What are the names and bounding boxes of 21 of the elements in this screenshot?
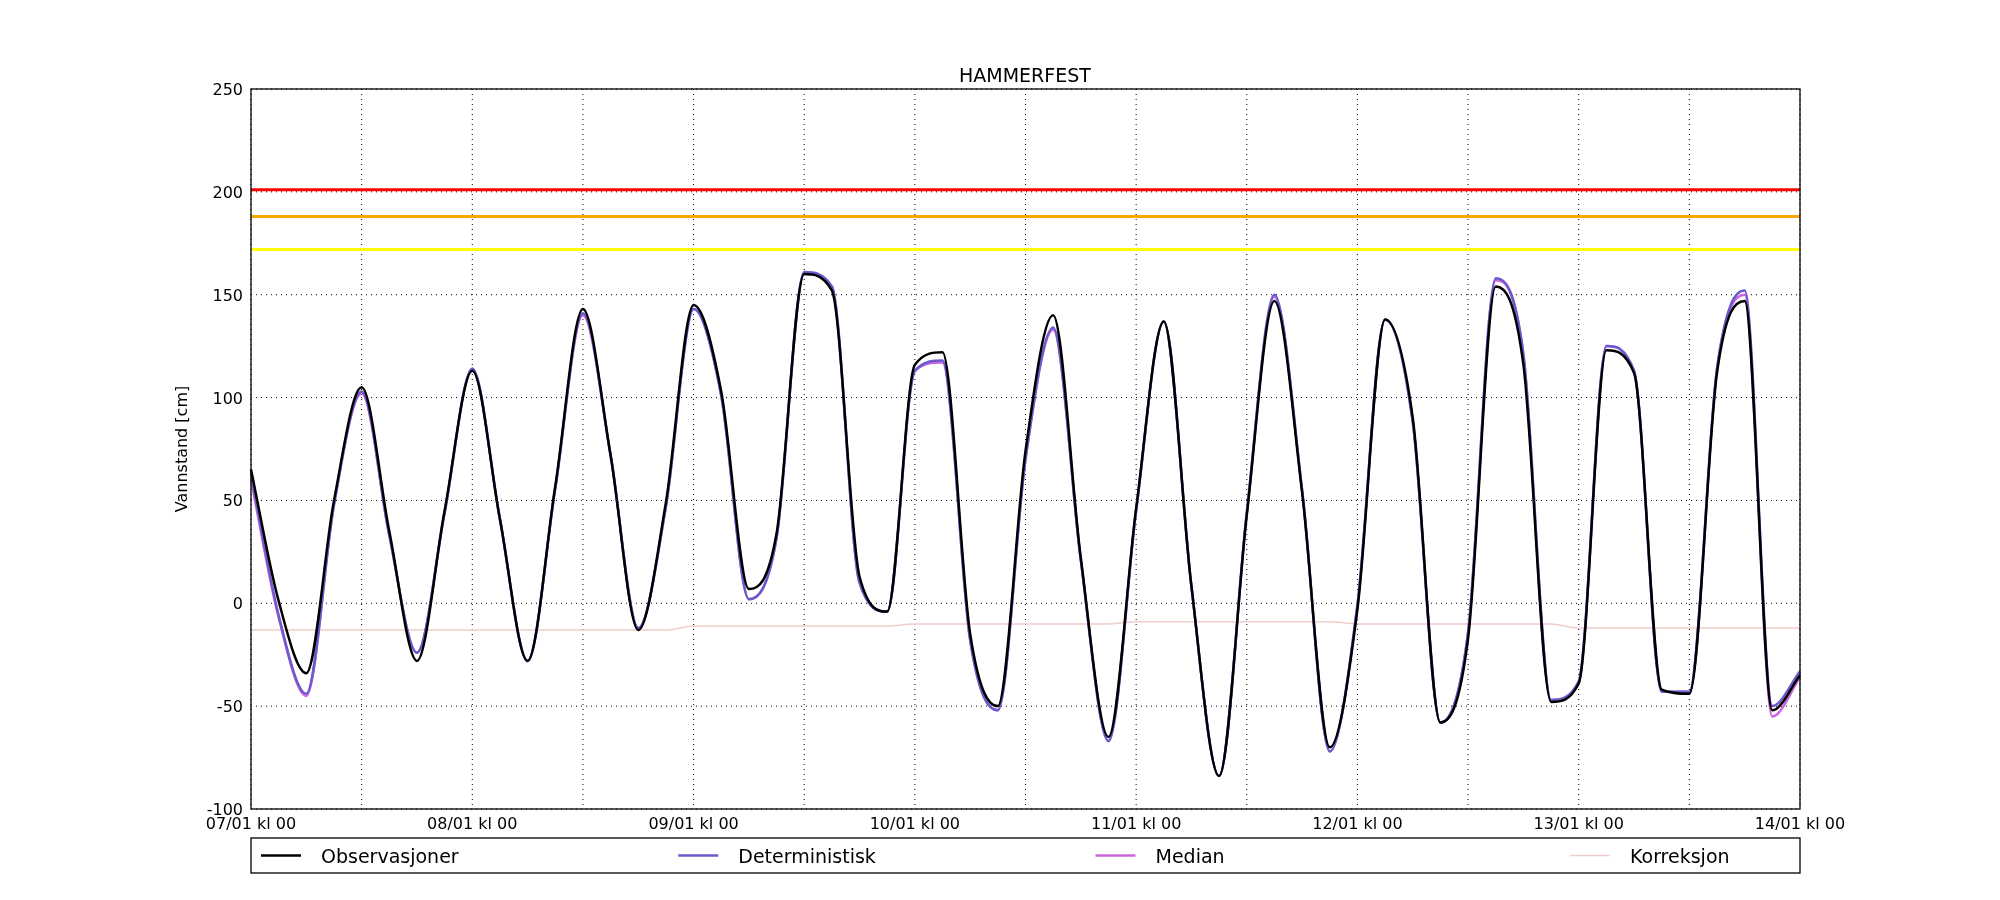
y-tick-label: 0 bbox=[232, 594, 243, 614]
y-axis-label: Vannstand [cm] bbox=[172, 385, 191, 513]
x-tick-label: 11/01 kl 00 bbox=[1090, 814, 1182, 833]
x-tick-label: 10/01 kl 00 bbox=[869, 814, 961, 833]
x-tick-label: 09/01 kl 00 bbox=[648, 814, 739, 833]
y-tick-label: 50 bbox=[222, 491, 243, 511]
x-tick-label: 08/01 kl 00 bbox=[427, 814, 518, 833]
legend-label: Korreksjon bbox=[1630, 844, 1730, 867]
y-tick-label: 100 bbox=[212, 388, 243, 408]
chart-title: HAMMERFEST bbox=[959, 64, 1091, 86]
x-tick-label: 12/01 kl 00 bbox=[1312, 814, 1403, 833]
legend-label: Observasjoner bbox=[321, 844, 459, 867]
x-tick-label: 14/01 kl 00 bbox=[1754, 814, 1846, 833]
y-tick-label: 200 bbox=[212, 182, 243, 202]
y-tick-label: 250 bbox=[212, 80, 243, 99]
x-tick-label: 07/01 kl 00 bbox=[205, 814, 297, 833]
legend-label: Median bbox=[1155, 844, 1225, 867]
legend-label: Deterministisk bbox=[738, 844, 876, 867]
y-tick-label: 150 bbox=[212, 285, 243, 305]
y-tick-label: -50 bbox=[216, 697, 243, 717]
x-tick-label: 13/01 kl 00 bbox=[1533, 814, 1624, 833]
